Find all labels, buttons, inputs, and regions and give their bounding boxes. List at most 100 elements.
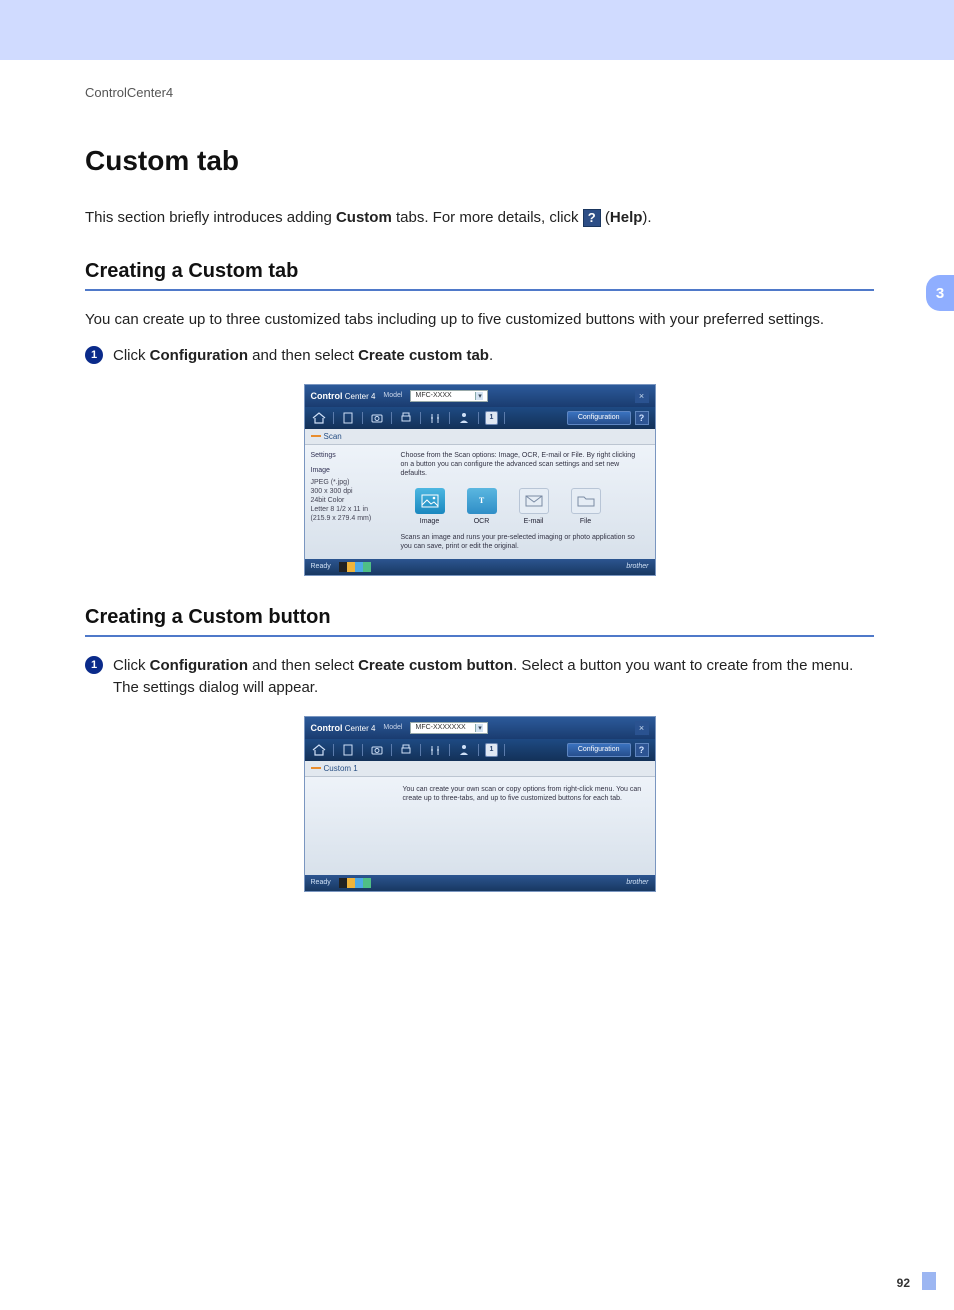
scan-ocr-button[interactable]: T OCR [467, 488, 497, 525]
app-title: Control [311, 391, 343, 401]
cc4-toolbar: 1 Configuration ? [305, 407, 655, 429]
document-icon[interactable] [340, 411, 356, 425]
scan-description: Choose from the Scan options: Image, OCR… [401, 451, 645, 478]
email-icon [519, 488, 549, 514]
model-select[interactable]: MFC-XXXX▾ [410, 390, 488, 402]
scan-image-label: Image [420, 518, 439, 525]
cc4-titlebar: Control Center 4 Model MFC-XXXX▾ × [305, 385, 655, 407]
t-bold: Create custom button [358, 657, 513, 674]
separator [504, 412, 505, 424]
help-icon: ? [583, 209, 601, 227]
page-title: Custom tab [85, 145, 874, 177]
person-icon[interactable] [456, 743, 472, 757]
intro-paragraph: This section briefly introduces adding C… [85, 207, 874, 230]
model-value: MFC-XXXX [415, 392, 451, 399]
section-rule [85, 635, 874, 637]
tools-icon[interactable] [427, 411, 443, 425]
breadcrumb: ControlCenter4 [85, 85, 874, 100]
cc4-main: You can create your own scan or copy opt… [393, 777, 655, 875]
help-icon[interactable]: ? [635, 411, 649, 425]
scan-email-label: E-mail [524, 518, 544, 525]
cc4-statusbar: Ready brother [305, 875, 655, 891]
chip-accent [311, 435, 321, 437]
scan-file-button[interactable]: File [571, 488, 601, 525]
page-number: 92 [897, 1276, 916, 1290]
tools-icon[interactable] [427, 743, 443, 757]
intro-help-word: Help [610, 209, 643, 226]
separator [333, 412, 334, 424]
tab-custom-1[interactable]: 1 [485, 743, 499, 757]
ink-swatches [339, 562, 371, 572]
step-number-badge: 1 [85, 656, 103, 674]
separator [420, 744, 421, 756]
tab-custom-1[interactable]: 1 [485, 411, 499, 425]
scan-file-label: File [580, 518, 591, 525]
active-tab-chip: Scan [305, 429, 655, 445]
model-select[interactable]: MFC-XXXXXXX▾ [410, 722, 488, 734]
status-text: Ready [311, 563, 331, 570]
camera-icon[interactable] [369, 743, 385, 757]
camera-icon[interactable] [369, 411, 385, 425]
help-icon[interactable]: ? [635, 743, 649, 757]
configuration-button[interactable]: Configuration [567, 743, 631, 757]
scan-ocr-label: OCR [474, 518, 490, 525]
scan-footer-text: Scans an image and runs your pre-selecte… [401, 533, 645, 551]
step-1-create-tab: 1 Click Configuration and then select Cr… [85, 345, 874, 368]
home-icon[interactable] [311, 743, 327, 757]
separator [420, 412, 421, 424]
chip-accent [311, 767, 321, 769]
model-label: Model [383, 392, 402, 399]
chip-label: Scan [324, 432, 342, 441]
document-icon[interactable] [340, 743, 356, 757]
brand-label: brother [626, 563, 648, 570]
folder-icon [571, 488, 601, 514]
sidebar-image-label: Image [311, 466, 385, 475]
scan-image-button[interactable]: Image [415, 488, 445, 525]
ocr-icon: T [467, 488, 497, 514]
separator [391, 744, 392, 756]
step-1-create-button: 1 Click Configuration and then select Cr… [85, 655, 874, 700]
page-edge-tab [922, 1272, 936, 1290]
section-rule [85, 289, 874, 291]
cc4-toolbar: 1 Configuration ? [305, 739, 655, 761]
step-text: Click Configuration and then select Crea… [113, 345, 493, 368]
intro-paren-close: ). [642, 209, 651, 226]
printer-icon[interactable] [398, 411, 414, 425]
page-footer: 92 [0, 1272, 954, 1310]
separator [449, 412, 450, 424]
t-bold: Configuration [150, 347, 248, 364]
cc4-titlebar: Control Center 4 Model MFC-XXXXXXX▾ × [305, 717, 655, 739]
printer-icon[interactable] [398, 743, 414, 757]
step-text: Click Configuration and then select Crea… [113, 655, 874, 700]
t-bold: Create custom tab [358, 347, 489, 364]
status-text: Ready [311, 879, 331, 886]
cc4-sidebar [305, 777, 393, 875]
screenshot-controlcenter-custom: Control Center 4 Model MFC-XXXXXXX▾ × 1 … [304, 716, 656, 892]
close-icon[interactable]: × [635, 389, 649, 403]
scan-email-button[interactable]: E-mail [519, 488, 549, 525]
separator [449, 744, 450, 756]
close-icon[interactable]: × [635, 721, 649, 735]
home-icon[interactable] [311, 411, 327, 425]
cc4-statusbar: Ready brother [305, 559, 655, 575]
chip-label: Custom 1 [324, 764, 358, 773]
scan-buttons-row: Image T OCR E-mail File [401, 488, 645, 525]
separator [504, 744, 505, 756]
intro-paren-open: ( [601, 209, 610, 226]
cc4-body: Settings Image JPEG (*.jpg) 300 x 300 dp… [305, 445, 655, 559]
custom-description: You can create your own scan or copy opt… [403, 785, 645, 803]
sidebar-details: JPEG (*.jpg) 300 x 300 dpi 24bit Color L… [311, 478, 385, 523]
t: . [489, 347, 493, 364]
cc4-main: Choose from the Scan options: Image, OCR… [391, 445, 655, 559]
app-title-light: Center 4 [343, 724, 376, 733]
separator [391, 412, 392, 424]
t: and then select [248, 657, 358, 674]
cc4-sidebar: Settings Image JPEG (*.jpg) 300 x 300 dp… [305, 445, 391, 559]
chevron-down-icon: ▾ [475, 724, 483, 732]
active-tab-chip: Custom 1 [305, 761, 655, 777]
configuration-button[interactable]: Configuration [567, 411, 631, 425]
app-title-light: Center 4 [343, 392, 376, 401]
person-icon[interactable] [456, 411, 472, 425]
screenshot-controlcenter-scan: Control Center 4 Model MFC-XXXX▾ × 1 Con… [304, 384, 656, 576]
ink-swatches [339, 878, 371, 888]
